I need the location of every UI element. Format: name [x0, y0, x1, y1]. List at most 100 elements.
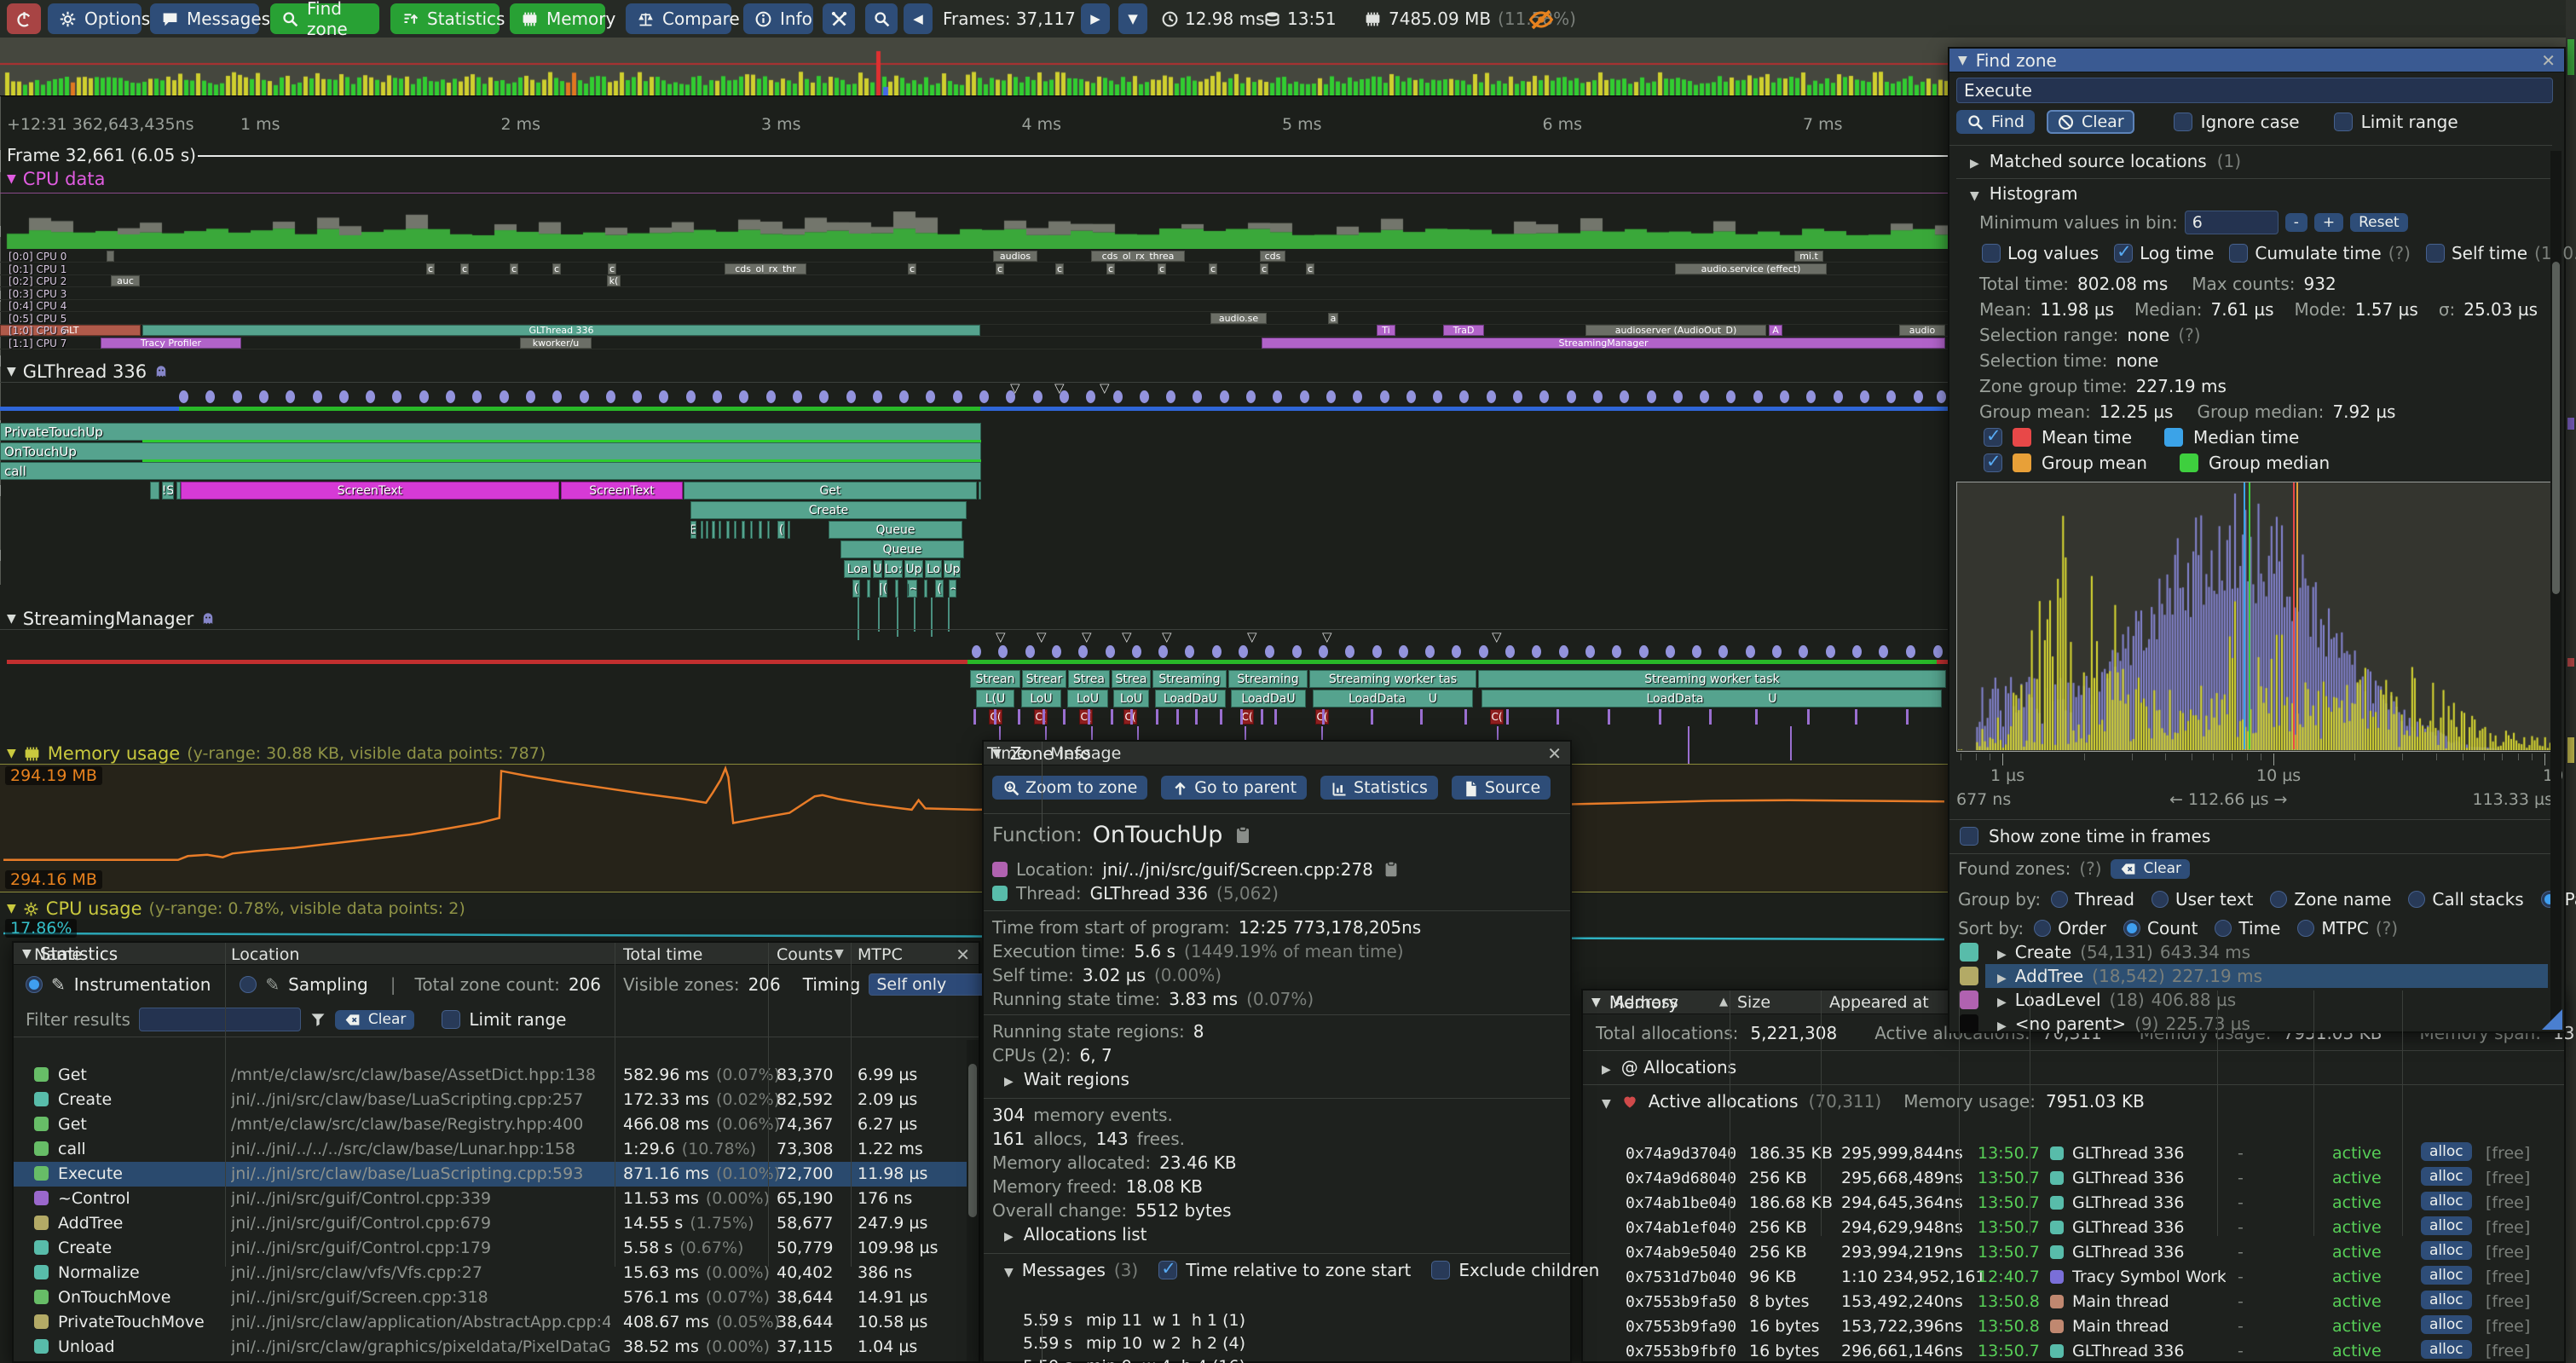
- zone-bar[interactable]: ScreenText: [181, 482, 559, 500]
- sample-dot[interactable]: [1265, 645, 1274, 658]
- sample-dot[interactable]: [1086, 390, 1095, 403]
- sample-dot[interactable]: [366, 390, 375, 403]
- zone-bar[interactable]: [706, 521, 708, 539]
- sample-dot[interactable]: [1539, 390, 1549, 403]
- sample-marker-icon[interactable]: ▽: [1322, 629, 1332, 644]
- sample-dot[interactable]: [472, 390, 482, 403]
- sample-dot[interactable]: [998, 645, 1008, 658]
- sample-dot[interactable]: [1746, 645, 1755, 658]
- funnel-icon[interactable]: [309, 1011, 326, 1028]
- sample-dot[interactable]: [1933, 645, 1943, 658]
- self-time-checkbox[interactable]: [2426, 244, 2445, 263]
- prev-frame-button[interactable]: ◀: [904, 3, 933, 34]
- zone-bar[interactable]: |(: [879, 580, 887, 598]
- eye-slash-icon[interactable]: [1528, 7, 1554, 32]
- cpu-zone-bar[interactable]: cds: [1260, 251, 1285, 262]
- sample-dot[interactable]: [1559, 645, 1568, 658]
- gpu-zone-bar[interactable]: C(: [1034, 709, 1048, 725]
- sample-marker-icon[interactable]: ▽: [1082, 629, 1092, 644]
- groupby-radio-call-stacks[interactable]: [2408, 891, 2425, 908]
- sample-dot[interactable]: [899, 390, 909, 403]
- sample-dot[interactable]: [1906, 645, 1915, 658]
- sample-dot[interactable]: [1220, 390, 1229, 403]
- sample-dot[interactable]: [1459, 390, 1469, 403]
- zone-bar[interactable]: Streaming: [1152, 670, 1227, 688]
- zone-bar[interactable]: Up: [904, 560, 923, 578]
- zone-bar[interactable]: PrivateTouchUp: [0, 423, 981, 441]
- sample-dot[interactable]: [1052, 645, 1061, 658]
- zone-bar[interactable]: Up: [944, 560, 961, 578]
- statistics-row[interactable]: ~Controljni/../jni/src/guif/Control.cpp:…: [14, 1187, 967, 1211]
- sample-dot[interactable]: [500, 390, 509, 403]
- filter-input[interactable]: [139, 1008, 301, 1031]
- zone-bar[interactable]: Lo: [925, 560, 942, 578]
- sample-dot[interactable]: [1140, 390, 1149, 403]
- statistics-row[interactable]: Normalizejni/../jni/src/claw/vfs/Vfs.cpp…: [14, 1261, 967, 1285]
- sample-dot[interactable]: [1673, 390, 1683, 403]
- gpu-zone-bar[interactable]: C(: [1079, 709, 1093, 725]
- memory-allocation-row[interactable]: 0x7553b9fa508 bytes153,492,240ns13:50.8M…: [1595, 1290, 2557, 1314]
- zone-bar[interactable]: [712, 521, 715, 539]
- memory-allocation-row[interactable]: 0x7531d7b04096 KB1:10 234,952,16112:40.7…: [1595, 1265, 2557, 1290]
- toolbar-button-tools[interactable]: [823, 3, 855, 34]
- zone-bar[interactable]: ScreenText: [561, 482, 683, 500]
- sample-dot[interactable]: [1639, 645, 1649, 658]
- sample-marker-icon[interactable]: ▽: [1162, 629, 1172, 644]
- zone-bar[interactable]: [150, 482, 159, 500]
- zone-bar[interactable]: [742, 521, 745, 539]
- sample-dot[interactable]: [1718, 645, 1728, 658]
- sample-dot[interactable]: [1033, 390, 1043, 403]
- toolbar-button-find-zone[interactable]: Find zone: [270, 3, 379, 34]
- instrumentation-radio[interactable]: [26, 976, 43, 993]
- sample-dot[interactable]: [1780, 390, 1789, 403]
- sample-dot[interactable]: [979, 390, 989, 403]
- sample-dot[interactable]: [686, 390, 696, 403]
- sample-dot[interactable]: [233, 390, 242, 403]
- cpu-zone-bar[interactable]: mi.t: [1794, 251, 1823, 262]
- active-allocations-collapser[interactable]: Active allocations(70,311)Memory usage:7…: [1602, 1091, 2145, 1112]
- sample-dot[interactable]: [1113, 390, 1123, 403]
- sample-dot[interactable]: [1487, 390, 1496, 403]
- sample-dot[interactable]: [339, 390, 349, 403]
- clipboard-icon[interactable]: [1233, 825, 1253, 846]
- sample-dot[interactable]: [1914, 390, 1923, 403]
- zone-bar[interactable]: LoU: [1021, 690, 1061, 707]
- groupby-radio-thread[interactable]: [2051, 891, 2068, 908]
- sample-dot[interactable]: [1060, 390, 1069, 403]
- sample-dot[interactable]: [1879, 645, 1888, 658]
- zone-bar[interactable]: [734, 521, 736, 539]
- found-zone-group[interactable]: Create(54,131)643.34 ms: [1960, 940, 2546, 964]
- statistics-row[interactable]: OnRedrawjni/../jni/src/claw/application/…: [14, 1360, 967, 1363]
- zone-bar[interactable]: Streaming: [1228, 670, 1308, 688]
- cpu-zone-bar[interactable]: audio.se: [1210, 313, 1267, 324]
- cpu-zone-bar[interactable]: cds_ol_rx_thr: [725, 263, 806, 274]
- sample-dot[interactable]: [1292, 645, 1302, 658]
- sortby-radio-time[interactable]: [2215, 920, 2232, 937]
- zone-bar[interactable]: Streaming worker tas: [1309, 670, 1476, 688]
- statistics-row[interactable]: calljni/../jni/../../../src/claw/base/Lu…: [14, 1137, 967, 1162]
- groupby-radio-zone-name[interactable]: [2270, 891, 2287, 908]
- sample-dot[interactable]: [972, 645, 981, 658]
- zone-bar[interactable]: (: [852, 580, 860, 598]
- find-zone-search-input[interactable]: Execute: [1956, 78, 2553, 103]
- cpu-zone-bar[interactable]: StreamingManager: [1262, 338, 1945, 349]
- sample-marker-icon[interactable]: ▽: [1122, 629, 1132, 644]
- cpu-row[interactable]: ccccccds_ol_rx_thrccccccccaudio.service …: [0, 263, 1948, 275]
- toolbar-button-memory[interactable]: Memory: [510, 3, 605, 34]
- sample-dot[interactable]: [1532, 645, 1541, 658]
- find-button[interactable]: Find: [1956, 110, 2035, 134]
- zone-bar[interactable]: LoadData U: [1313, 690, 1473, 707]
- message-row[interactable]: 5.59 smip 11 w 1 h 1 (1): [1019, 1310, 1565, 1333]
- sample-dot[interactable]: [179, 390, 188, 403]
- find-zone-titlebar[interactable]: ▼Find zone✕: [1949, 49, 2564, 72]
- found-zone-group[interactable]: LoadLevel(18)406.88 µs: [1960, 988, 2546, 1012]
- zone-bar[interactable]: |~: [949, 580, 956, 598]
- sample-dot[interactable]: [1726, 390, 1736, 403]
- zone-bar[interactable]: Strear: [1022, 670, 1066, 688]
- sample-dot[interactable]: [1772, 645, 1782, 658]
- alloc-callstack-button[interactable]: alloc: [2421, 1340, 2472, 1359]
- sample-dot[interactable]: [1212, 645, 1222, 658]
- sample-dot[interactable]: [1006, 390, 1015, 403]
- sample-dot[interactable]: [1593, 390, 1603, 403]
- cpu-zone-bar[interactable]: c: [908, 263, 916, 274]
